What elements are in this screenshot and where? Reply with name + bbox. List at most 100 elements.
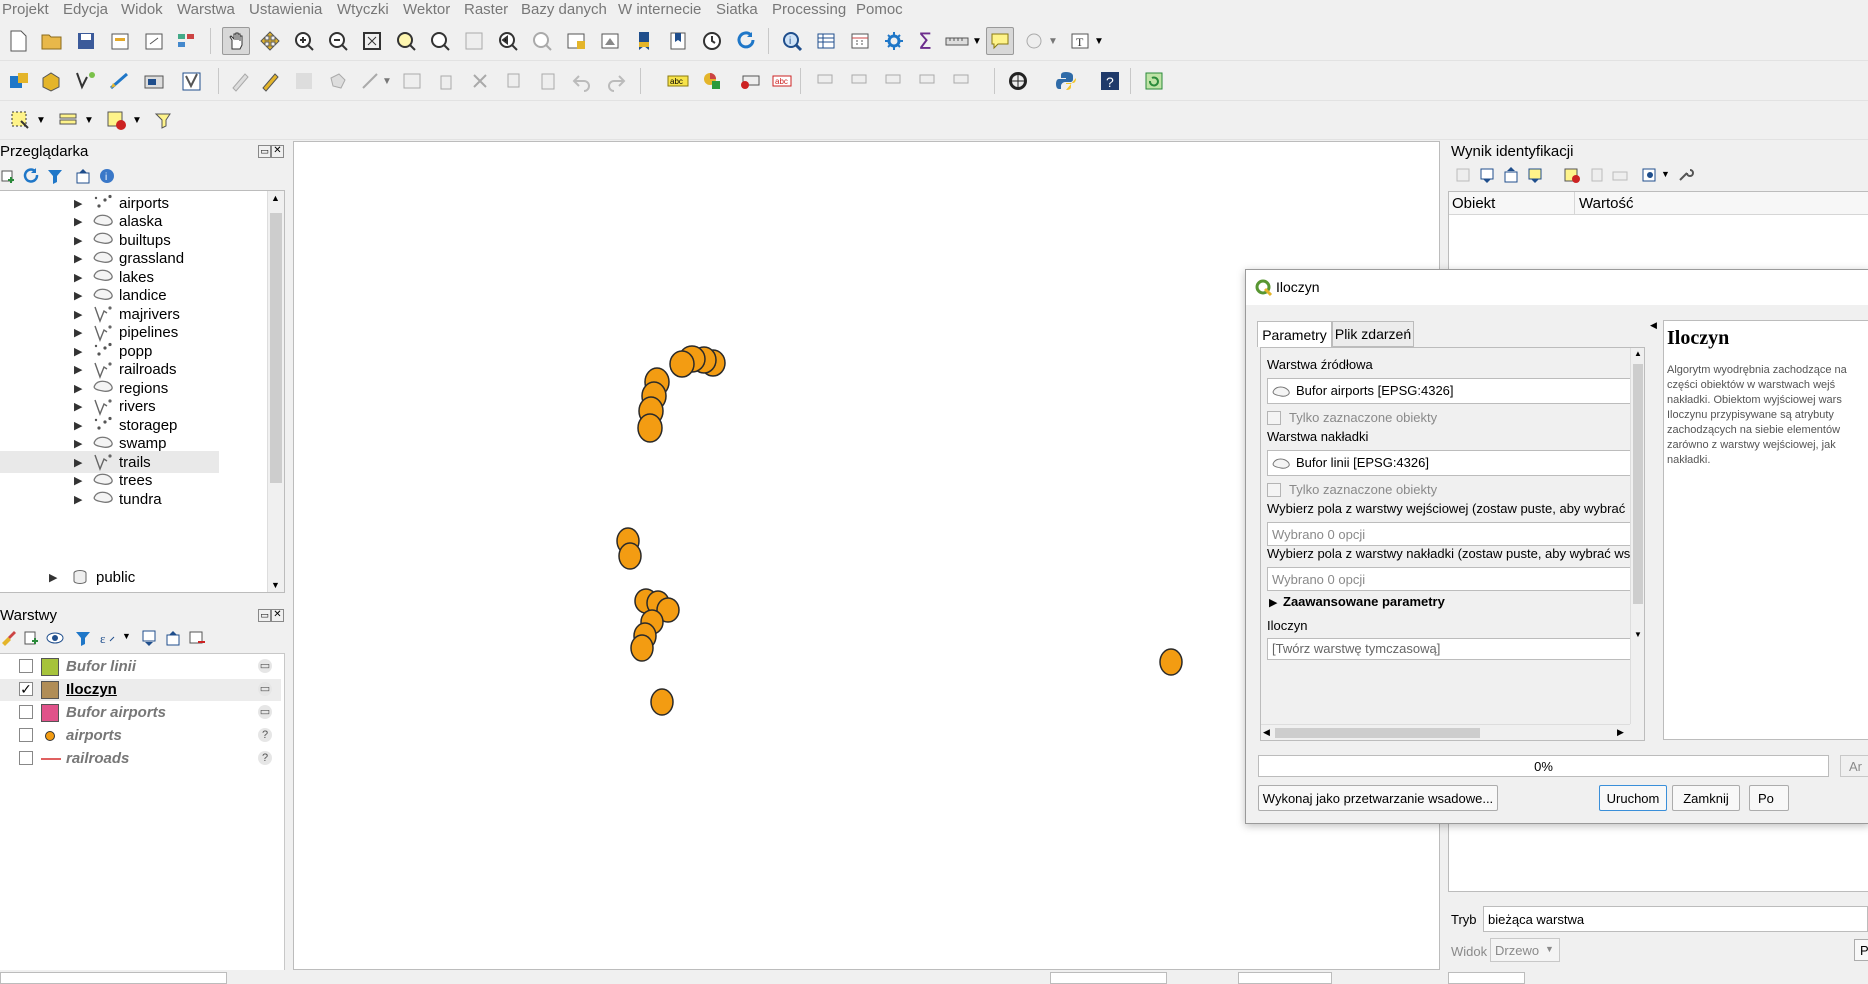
help-contents-button[interactable]: ? xyxy=(1096,67,1124,95)
overlay-fields-select[interactable]: Wybrano 0 opcji xyxy=(1267,567,1637,591)
select-features-button[interactable] xyxy=(6,106,34,134)
menu-processing[interactable]: Processing xyxy=(772,1,846,18)
chevron-right-icon[interactable]: ▶ xyxy=(74,419,82,432)
overlay-layer-select[interactable]: Bufor linii [EPSG:4326] xyxy=(1267,450,1637,476)
new-map-view-button[interactable] xyxy=(562,27,590,55)
layers-panel-float-button[interactable]: ▭ xyxy=(258,609,271,622)
select-by-expression-button[interactable] xyxy=(150,106,178,134)
menu-wektor[interactable]: Wektor xyxy=(403,1,450,18)
browser-item-tundra[interactable]: ▶ tundra xyxy=(0,488,284,510)
zoom-to-selection-button[interactable] xyxy=(392,27,420,55)
form-scrollbar-vertical[interactable]: ▲ ▼ xyxy=(1630,348,1644,724)
layer-item-bufor-linii[interactable]: Bufor linii ▭ xyxy=(0,656,281,678)
filter-legend-by-expression-button[interactable]: ε xyxy=(98,629,120,651)
quickmapservices-button[interactable] xyxy=(1004,67,1032,95)
data-source-manager-button[interactable] xyxy=(6,67,34,95)
help-button-cut[interactable]: Po xyxy=(1854,939,1868,961)
select-by-value-dropdown-arrow[interactable]: ▼ xyxy=(82,106,96,134)
new-bookmark-button[interactable] xyxy=(630,27,658,55)
layer-indicator-icon[interactable]: ▭ xyxy=(258,659,272,673)
overlay-selected-only-checkbox[interactable] xyxy=(1267,483,1281,497)
expand-tree-button[interactable] xyxy=(1455,167,1471,187)
locator-bar[interactable] xyxy=(0,972,227,984)
validate-button[interactable] xyxy=(178,67,206,95)
mode-select[interactable]: bieżąca warstwa xyxy=(1483,906,1868,932)
cancel-button-cut[interactable]: Ar xyxy=(1840,755,1868,777)
layer-item-iloczyn[interactable]: ✓ Iloczyn ▭ xyxy=(0,679,281,701)
show-hide-label-button[interactable] xyxy=(948,67,976,95)
layer-visibility-checkbox[interactable]: ✓ xyxy=(19,682,33,696)
select-by-value-button[interactable] xyxy=(54,106,82,134)
save-edits-button[interactable] xyxy=(290,67,318,95)
chevron-right-icon[interactable]: ▶ xyxy=(74,400,82,413)
clear-results-button[interactable] xyxy=(1563,167,1581,187)
add-layer-button[interactable] xyxy=(0,168,14,188)
layer-styling-button[interactable] xyxy=(0,629,16,651)
paste-features-button[interactable] xyxy=(534,67,562,95)
menu-raster[interactable]: Raster xyxy=(464,1,508,18)
chevron-right-icon[interactable]: ▶ xyxy=(74,234,82,247)
current-edits-button[interactable] xyxy=(226,67,254,95)
refresh-button[interactable] xyxy=(732,27,760,55)
add-group-button[interactable] xyxy=(22,629,40,651)
select-dropdown-arrow[interactable]: ▼ xyxy=(34,106,48,134)
copy-feature-button[interactable] xyxy=(1589,167,1605,187)
chevron-right-icon[interactable]: ▶ xyxy=(74,345,82,358)
menu-w-internecie[interactable]: W internecie xyxy=(618,1,701,18)
tab-plik-zdarzen[interactable]: Plik zdarzeń xyxy=(1332,321,1414,347)
zoom-last-button[interactable] xyxy=(494,27,522,55)
identify-features-button[interactable]: i xyxy=(778,27,806,55)
filter-legend-button[interactable] xyxy=(74,629,92,651)
close-button[interactable]: Zamknij xyxy=(1672,785,1740,811)
zoom-full-button[interactable] xyxy=(358,27,386,55)
tab-parametry[interactable]: Parametry xyxy=(1257,321,1332,347)
scroll-left-arrow[interactable]: ◀ xyxy=(1263,727,1270,738)
layer-labeling-button[interactable]: abc xyxy=(664,67,692,95)
chevron-right-icon[interactable]: ▶ xyxy=(74,456,82,469)
scroll-thumb[interactable] xyxy=(1633,364,1643,604)
browser-panel-float-button[interactable]: ▭ xyxy=(258,145,271,158)
menu-edycja[interactable]: Edycja xyxy=(63,1,108,18)
chevron-right-icon[interactable]: ▶ xyxy=(74,363,82,376)
layer-indicator-icon[interactable]: ? xyxy=(258,751,272,765)
layout-manager-button[interactable] xyxy=(140,27,168,55)
redo-button[interactable] xyxy=(602,67,630,95)
browser-filter-button[interactable] xyxy=(46,167,64,189)
measure-button[interactable] xyxy=(944,27,972,55)
view-select[interactable]: Drzewo ▼ xyxy=(1490,938,1560,962)
save-project-button[interactable] xyxy=(72,27,100,55)
new-print-layout-button[interactable] xyxy=(106,27,134,55)
chevron-right-icon[interactable]: ▶ xyxy=(74,271,82,284)
print-results-button[interactable] xyxy=(1611,167,1629,187)
zoom-native-button[interactable] xyxy=(460,27,488,55)
column-header-obiekt[interactable]: Obiekt xyxy=(1452,195,1495,212)
vertex-tool-dropdown-arrow[interactable]: ▼ xyxy=(380,67,394,95)
chevron-right-icon[interactable]: ▶ xyxy=(74,474,82,487)
manage-map-themes-button[interactable] xyxy=(46,629,66,651)
annotation-button[interactable] xyxy=(1020,27,1048,55)
processing-toolbox-button[interactable] xyxy=(880,27,908,55)
chevron-right-icon[interactable]: ▶ xyxy=(74,326,82,339)
python-console-button[interactable] xyxy=(1052,67,1080,95)
browser-schema-public[interactable]: ▶ public xyxy=(0,566,284,588)
scroll-up-arrow[interactable]: ▲ xyxy=(1634,349,1642,358)
scale-field[interactable] xyxy=(1238,972,1332,984)
measure-dropdown-arrow[interactable]: ▼ xyxy=(970,27,984,55)
rotate-label-button[interactable] xyxy=(846,67,874,95)
text-annotation-dropdown-arrow[interactable]: ▼ xyxy=(1092,27,1106,55)
layer-visibility-checkbox[interactable] xyxy=(19,659,33,673)
menu-bazy-danych[interactable]: Bazy danych xyxy=(521,1,607,18)
menu-ustawienia[interactable]: Ustawienia xyxy=(249,1,322,18)
chevron-right-icon[interactable]: ▶ xyxy=(1269,596,1277,609)
map-tips-button[interactable] xyxy=(986,27,1014,55)
layer-visibility-checkbox[interactable] xyxy=(19,751,33,765)
browser-panel-close-button[interactable]: ✕ xyxy=(271,145,284,158)
zoom-out-button[interactable] xyxy=(324,27,352,55)
collapse-tree-button[interactable] xyxy=(1503,167,1521,187)
scroll-right-arrow[interactable]: ▶ xyxy=(1617,727,1624,738)
scroll-up-arrow[interactable]: ▲ xyxy=(271,193,280,203)
column-header-wartosc[interactable]: Wartość xyxy=(1579,195,1633,212)
zoom-in-button[interactable] xyxy=(290,27,318,55)
zoom-next-button[interactable] xyxy=(528,27,556,55)
zoom-to-layer-button[interactable] xyxy=(426,27,454,55)
